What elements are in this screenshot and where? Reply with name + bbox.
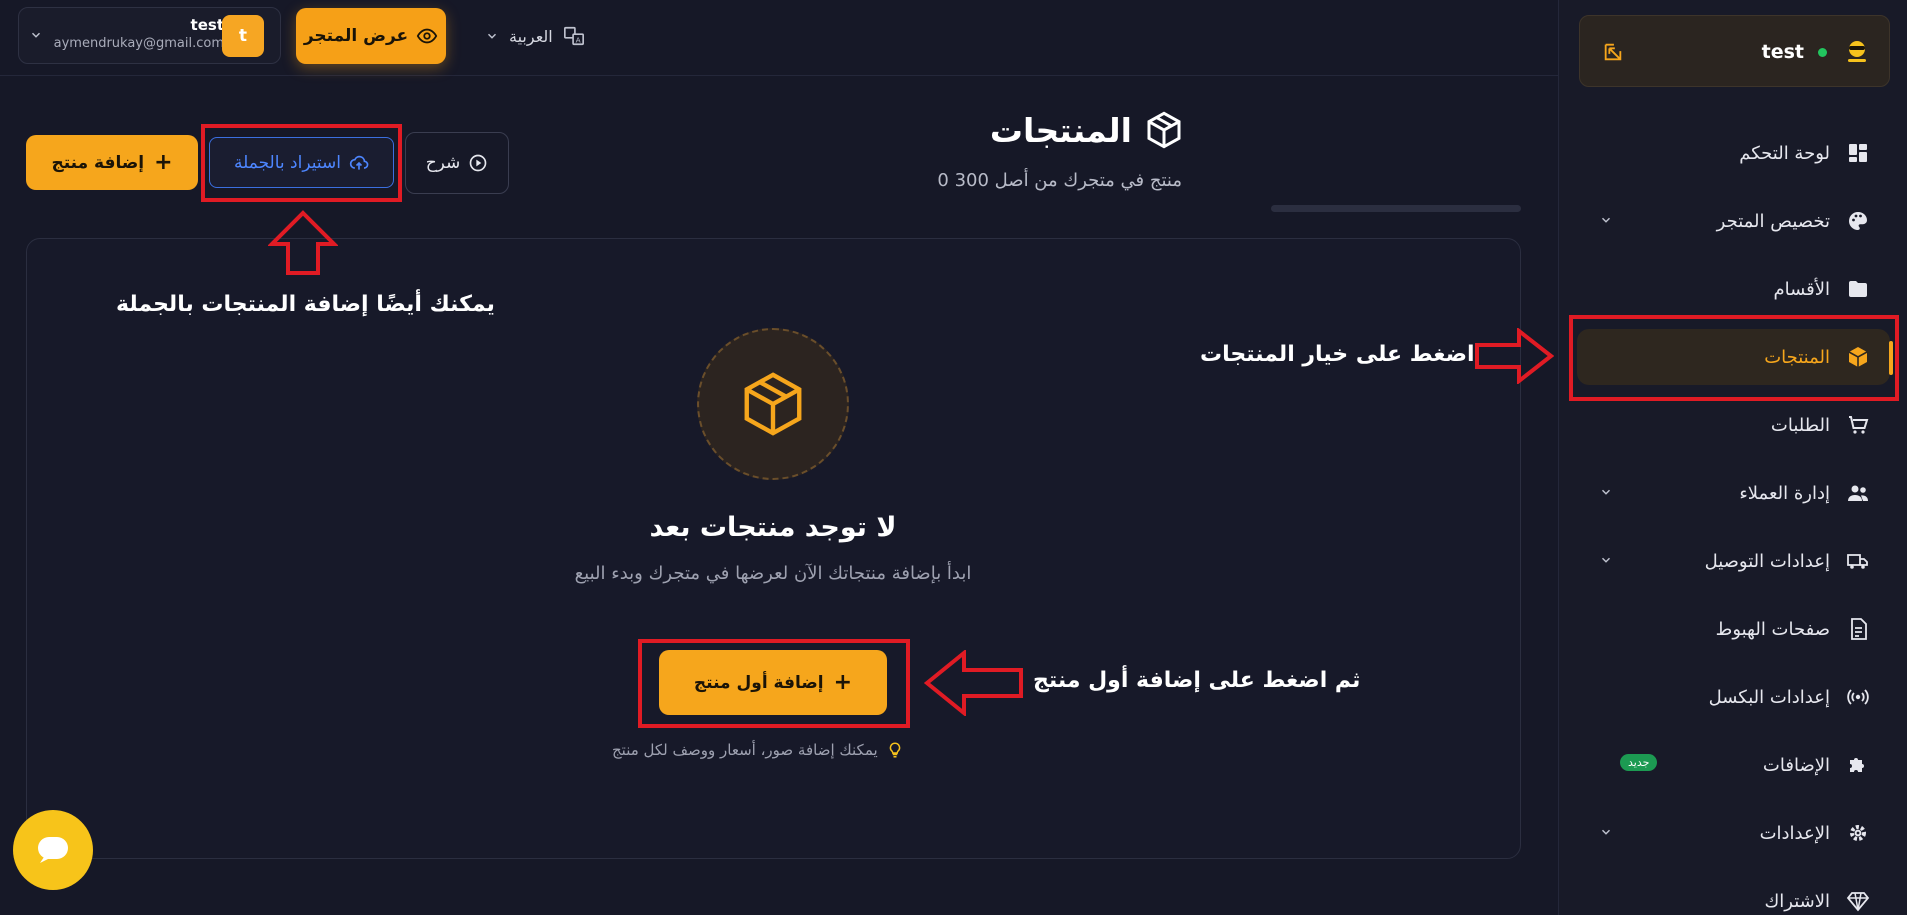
users-icon bbox=[1846, 481, 1870, 505]
chat-widget-button[interactable] bbox=[13, 810, 93, 890]
chevron-down-icon bbox=[1599, 213, 1613, 227]
sidebar-item-label: إدارة العملاء bbox=[1739, 482, 1830, 504]
store-switcher[interactable]: test bbox=[1579, 15, 1890, 87]
sidebar-item-label: الإعدادات bbox=[1759, 822, 1830, 844]
svg-text:A: A bbox=[575, 35, 580, 44]
explain-button[interactable]: شرح bbox=[405, 132, 509, 194]
annotation-bulk-hint: يمكنك أيضًا إضافة المنتجات بالجملة bbox=[116, 292, 495, 317]
arrow-left-icon bbox=[924, 650, 1024, 716]
diamond-icon bbox=[1846, 889, 1870, 913]
new-badge: جديد bbox=[1620, 754, 1658, 771]
sidebar-item-label: الطلبات bbox=[1770, 414, 1830, 436]
store-name: test bbox=[1761, 41, 1804, 63]
main-content: test aymendrukay@gmail.com t عرض المتجر … bbox=[0, 0, 1558, 915]
empty-state-tip: يمكنك إضافة صور، أسعار ووصف لكل منتج bbox=[612, 741, 904, 759]
external-link-icon bbox=[1602, 41, 1624, 63]
empty-state-description: ابدأ بإضافة منتجاتك الآن لعرضها في متجرك… bbox=[574, 563, 972, 584]
sidebar-item-label: صفحات الهبوط bbox=[1715, 618, 1830, 640]
sidebar-item-landing-pages[interactable]: صفحات الهبوط bbox=[1577, 601, 1890, 657]
annotation-box-add-first bbox=[638, 639, 910, 728]
sidebar-item-customize-store[interactable]: تخصيص المتجر bbox=[1577, 193, 1890, 249]
chat-bubble-icon bbox=[36, 835, 70, 865]
folder-icon bbox=[1846, 277, 1870, 301]
page-title: المنتجات bbox=[990, 110, 1184, 150]
product-count: 0 منتج في متجرك من أصل 300 bbox=[937, 170, 1182, 191]
translate-icon: A bbox=[563, 25, 585, 47]
online-status-dot bbox=[1818, 47, 1827, 57]
user-name: test bbox=[190, 16, 224, 34]
user-email: aymendrukay@gmail.com bbox=[53, 36, 224, 51]
view-store-label: عرض المتجر bbox=[303, 26, 409, 46]
chevron-down-icon bbox=[1599, 825, 1613, 839]
add-product-button[interactable]: إضافة منتج + bbox=[26, 135, 198, 190]
chevron-down-icon bbox=[485, 29, 499, 43]
sidebar-item-categories[interactable]: الأقسام bbox=[1577, 261, 1890, 317]
box-icon bbox=[1144, 110, 1184, 150]
empty-state-illustration bbox=[697, 328, 849, 480]
lightbulb-icon bbox=[886, 741, 904, 759]
palette-icon bbox=[1846, 209, 1870, 233]
tip-text: يمكنك إضافة صور، أسعار ووصف لكل منتج bbox=[612, 741, 878, 759]
chevron-down-icon bbox=[1599, 553, 1613, 567]
sidebar-item-label: إعدادات البكسل bbox=[1708, 686, 1830, 708]
sidebar-item-label: الاشتراك bbox=[1764, 890, 1830, 912]
chevron-down-icon bbox=[1599, 485, 1613, 499]
file-icon bbox=[1846, 617, 1870, 641]
add-product-label: إضافة منتج bbox=[51, 152, 145, 173]
annotation-click-first: ثم اضغط على إضافة أول منتج bbox=[1033, 668, 1361, 693]
gear-icon bbox=[1846, 821, 1870, 845]
sidebar-item-orders[interactable]: الطلبات bbox=[1577, 397, 1890, 453]
page-title-text: المنتجات bbox=[989, 110, 1132, 150]
plus-icon: + bbox=[154, 150, 173, 175]
language-switcher[interactable]: العربية A bbox=[485, 22, 585, 50]
sidebar-item-settings[interactable]: الإعدادات bbox=[1577, 805, 1890, 861]
store-logo bbox=[1841, 36, 1873, 68]
product-quota-progress bbox=[1271, 205, 1521, 212]
puzzle-icon bbox=[1846, 753, 1870, 777]
annotation-box-bulk-import bbox=[201, 124, 402, 202]
sidebar-item-dashboard[interactable]: لوحة التحكم bbox=[1577, 125, 1890, 181]
avatar[interactable]: t bbox=[222, 15, 264, 57]
sidebar: test لوحة التحكم تخصيص المتجر الأقسام ال… bbox=[1558, 0, 1907, 915]
sidebar-item-pixel-settings[interactable]: إعدادات البكسل bbox=[1577, 669, 1890, 725]
top-bar: test aymendrukay@gmail.com t عرض المتجر … bbox=[0, 0, 1558, 76]
sidebar-item-label: تخصيص المتجر bbox=[1716, 210, 1830, 232]
sidebar-item-label: لوحة التحكم bbox=[1739, 142, 1830, 164]
play-circle-icon bbox=[468, 153, 488, 173]
sidebar-item-delivery-settings[interactable]: إعدادات التوصيل bbox=[1577, 533, 1890, 589]
sidebar-item-subscription[interactable]: الاشتراك bbox=[1577, 873, 1890, 915]
truck-icon bbox=[1846, 549, 1870, 573]
sidebar-item-customers[interactable]: إدارة العملاء bbox=[1577, 465, 1890, 521]
sidebar-item-label: الأقسام bbox=[1773, 278, 1830, 300]
broadcast-icon bbox=[1846, 685, 1870, 709]
sidebar-item-label: الإضافات bbox=[1762, 754, 1830, 776]
dashboard-icon bbox=[1846, 141, 1870, 165]
annotation-box-products bbox=[1569, 315, 1899, 401]
view-store-button[interactable]: عرض المتجر bbox=[296, 8, 446, 64]
language-label: العربية bbox=[509, 26, 553, 46]
chevron-down-icon bbox=[29, 28, 43, 42]
explain-label: شرح bbox=[425, 153, 461, 173]
annotation-click-products: اضغط على خيار المنتجات bbox=[1200, 342, 1475, 367]
empty-state-title: لا توجد منتجات بعد bbox=[649, 512, 897, 543]
sidebar-item-label: إعدادات التوصيل bbox=[1704, 550, 1830, 572]
box-icon bbox=[738, 369, 808, 439]
arrow-up-icon bbox=[268, 210, 338, 276]
eye-icon bbox=[416, 25, 438, 47]
cart-icon bbox=[1846, 413, 1870, 437]
sidebar-item-addons[interactable]: جديد الإضافات bbox=[1577, 737, 1890, 793]
arrow-right-icon bbox=[1474, 328, 1554, 384]
